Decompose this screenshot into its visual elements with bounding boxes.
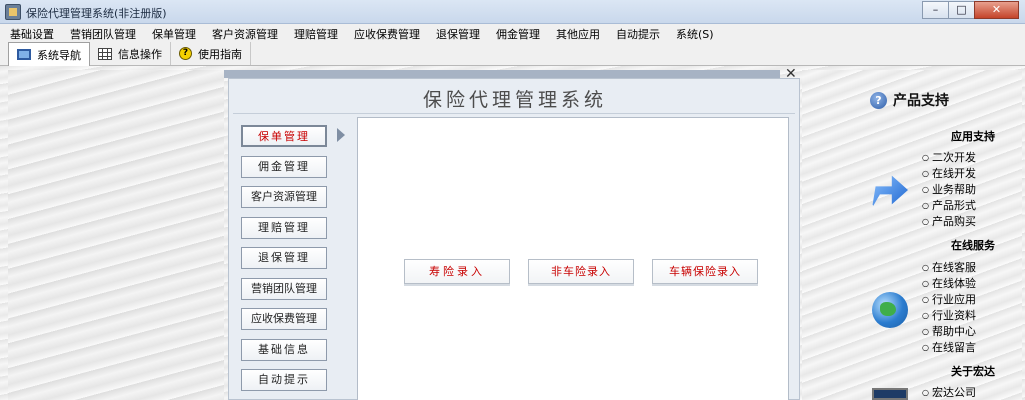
active-arrow-icon — [337, 128, 345, 142]
title-bar: 保险代理管理系统(非注册版) – □ ✕ — [0, 0, 1025, 24]
content-area: 寿险录入 非车险录入 车辆保险录入 — [357, 117, 789, 400]
globe-icon — [872, 292, 908, 328]
menu-sales-team[interactable]: 营销团队管理 — [62, 24, 144, 42]
support-header: ? 产品支持 — [870, 90, 949, 110]
menu-surrender[interactable]: 退保管理 — [428, 24, 488, 42]
app-icon — [5, 4, 21, 20]
grid-icon — [98, 47, 112, 60]
vehicle-insurance-entry-button[interactable]: 车辆保险录入 — [652, 259, 758, 286]
link-industry-apps[interactable]: 行业应用 — [922, 291, 976, 307]
menu-other-apps[interactable]: 其他应用 — [548, 24, 608, 42]
panel-header-strip — [224, 70, 780, 78]
menu-claims[interactable]: 理赔管理 — [286, 24, 346, 42]
link-secondary-dev[interactable]: 二次开发 — [922, 149, 976, 165]
tab-user-guide[interactable]: ? 使用指南 — [171, 42, 251, 65]
link-company[interactable]: 宏达公司 — [922, 384, 976, 400]
nav-receivables[interactable]: 应收保费管理 — [241, 308, 327, 330]
maximize-button[interactable]: □ — [948, 1, 975, 19]
nav-claims-management[interactable]: 理赔管理 — [241, 217, 327, 239]
life-insurance-entry-button[interactable]: 寿险录入 — [404, 259, 510, 286]
menu-policy[interactable]: 保单管理 — [144, 24, 204, 42]
navigation-panel: 保险代理管理系统 保单管理 佣金管理 客户资源管理 理赔管理 退保管理 营销团队… — [228, 78, 800, 400]
support-title: 产品支持 — [893, 93, 949, 109]
tab-label: 使用指南 — [198, 47, 242, 61]
nav-sales-team[interactable]: 营销团队管理 — [241, 278, 327, 300]
menu-receivables[interactable]: 应收保费管理 — [346, 24, 428, 42]
close-button[interactable]: ✕ — [974, 1, 1019, 19]
section-about: 关于宏达 — [951, 365, 995, 378]
section-app-support: 应用支持 — [951, 130, 995, 143]
menu-customer-resources[interactable]: 客户资源管理 — [204, 24, 286, 42]
link-online-message[interactable]: 在线留言 — [922, 339, 976, 355]
tab-bar: 系统导航 信息操作 ? 使用指南 — [0, 42, 1025, 66]
link-product-form[interactable]: 产品形式 — [922, 197, 976, 213]
product-support-pane: ? 产品支持 应用支持 二次开发 在线开发 业务帮助 产品形式 产品购买 在线服… — [802, 70, 1022, 400]
laptop-icon — [872, 388, 908, 400]
tab-label: 系统导航 — [37, 48, 81, 62]
link-industry-materials[interactable]: 行业资料 — [922, 307, 976, 323]
menu-system[interactable]: 系统(S) — [668, 24, 722, 42]
menu-commission[interactable]: 佣金管理 — [488, 24, 548, 42]
minimize-button[interactable]: – — [922, 1, 949, 19]
left-background-pane — [8, 70, 224, 400]
nav-commission-management[interactable]: 佣金管理 — [241, 156, 327, 178]
menu-basic-settings[interactable]: 基础设置 — [0, 24, 62, 42]
module-nav: 保单管理 佣金管理 客户资源管理 理赔管理 退保管理 营销团队管理 应收保费管理… — [237, 125, 349, 400]
link-online-dev[interactable]: 在线开发 — [922, 165, 976, 181]
section-online-service: 在线服务 — [951, 239, 995, 252]
help-icon: ? — [179, 47, 192, 60]
nav-auto-prompt[interactable]: 自动提示 — [241, 369, 327, 391]
link-help-center[interactable]: 帮助中心 — [922, 323, 976, 339]
menu-auto-prompt[interactable]: 自动提示 — [608, 24, 668, 42]
question-icon: ? — [870, 91, 887, 109]
monitor-icon — [17, 49, 31, 60]
window-title: 保险代理管理系统(非注册版) — [26, 7, 167, 20]
arrow-icon — [872, 175, 908, 208]
link-online-trial[interactable]: 在线体验 — [922, 275, 976, 291]
non-auto-insurance-entry-button[interactable]: 非车险录入 — [528, 259, 634, 286]
title-divider — [233, 113, 795, 114]
nav-policy-management[interactable]: 保单管理 — [241, 125, 327, 147]
nav-customer-resources[interactable]: 客户资源管理 — [241, 186, 327, 208]
window-controls: – □ ✕ — [922, 1, 1019, 19]
tab-system-navigation[interactable]: 系统导航 — [8, 42, 90, 66]
system-title: 保险代理管理系统 — [422, 89, 607, 111]
link-product-purchase[interactable]: 产品购买 — [922, 213, 976, 229]
menu-bar: 基础设置 营销团队管理 保单管理 客户资源管理 理赔管理 应收保费管理 退保管理… — [0, 24, 1025, 42]
nav-basic-info[interactable]: 基础信息 — [241, 339, 327, 361]
link-business-help[interactable]: 业务帮助 — [922, 181, 976, 197]
tab-label: 信息操作 — [118, 47, 162, 61]
tab-info-operation[interactable]: 信息操作 — [90, 42, 171, 65]
nav-surrender-management[interactable]: 退保管理 — [241, 247, 327, 269]
workspace: ✕ 保险代理管理系统 保单管理 佣金管理 客户资源管理 理赔管理 退保管理 营销… — [0, 66, 1025, 400]
link-online-support[interactable]: 在线客服 — [922, 259, 976, 275]
